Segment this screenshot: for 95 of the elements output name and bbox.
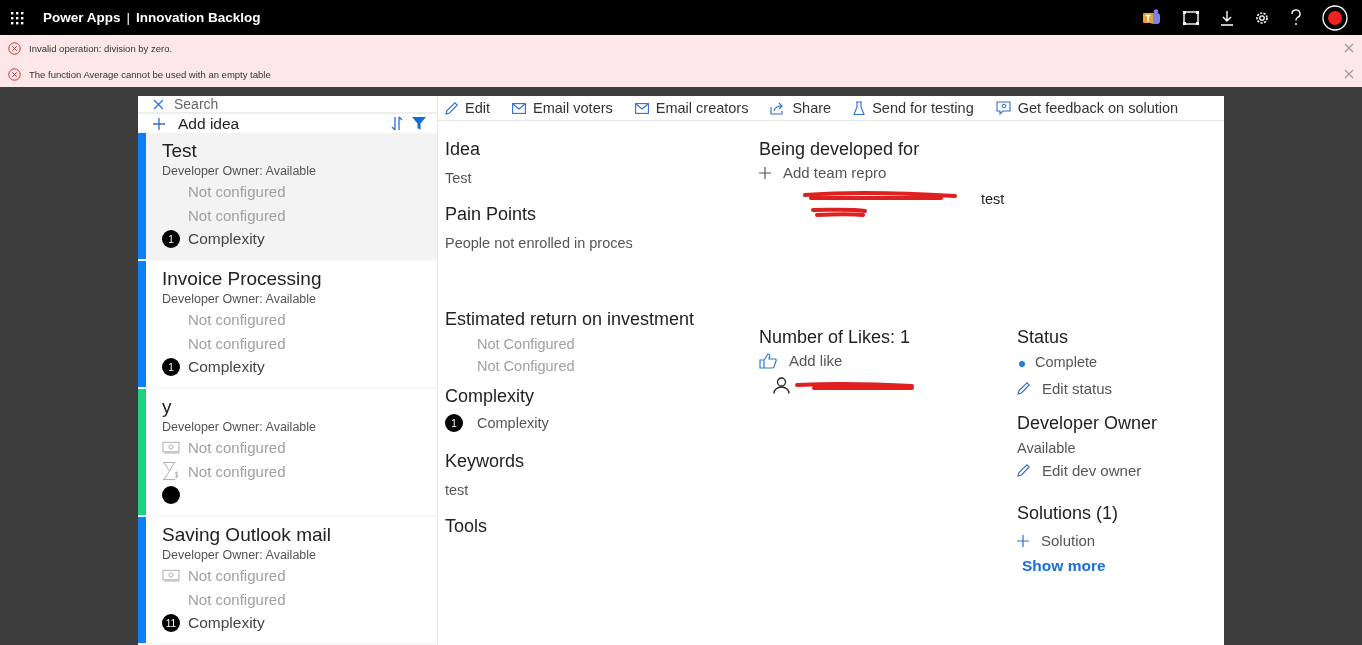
idea-field-value: Not configured — [188, 334, 286, 352]
search-field[interactable]: Search — [138, 96, 437, 115]
error-message: The function Average cannot be used with an empty table — [29, 68, 271, 80]
teams-icon[interactable] — [1142, 8, 1162, 27]
roi-value: Not Configured — [477, 336, 576, 352]
avatar-icon[interactable] — [1322, 4, 1348, 31]
flask-icon — [853, 100, 866, 116]
section-heading: Tools — [445, 516, 489, 537]
complexity-label: Complexity — [188, 614, 265, 632]
section-heading: Being developed for — [759, 139, 921, 160]
mail-icon — [512, 102, 526, 114]
app-name: Power Apps — [43, 10, 121, 25]
settings-icon[interactable] — [1254, 9, 1270, 26]
section-heading: Complexity — [445, 386, 536, 407]
complexity-badge: 11 — [162, 614, 180, 632]
section-heading: Solutions (1) — [1017, 503, 1120, 524]
complexity-label: Complexity — [188, 230, 265, 248]
plus-icon — [153, 117, 165, 130]
section-heading: Status — [1017, 327, 1070, 348]
idea-item[interactable]: y Developer Owner: Available Not configured Not configured — [138, 389, 437, 515]
download-icon[interactable] — [1220, 9, 1234, 26]
idea-owner: Developer Owner: Available — [162, 419, 317, 435]
show-more-link[interactable]: Show more — [1022, 557, 1158, 575]
idea-title: Saving Outlook mail — [162, 523, 331, 547]
toolbar-button[interactable]: Email creators — [634, 100, 749, 116]
mail-icon — [634, 102, 649, 114]
complexity-label: Complexity — [188, 358, 265, 376]
complexity-badge: 1 — [445, 414, 463, 432]
idea-item[interactable]: Saving Outlook mail Developer Owner: Available Not configured Not configured 11 Complexity — [138, 517, 437, 643]
section-heading: Pain Points — [445, 204, 538, 225]
toolbar-button[interactable]: Send for testing — [853, 100, 974, 116]
edit-status-button[interactable]: Edit status — [1017, 380, 1158, 397]
section-heading: Keywords — [445, 451, 526, 472]
app-title: Innovation Backlog — [136, 10, 261, 25]
idea-title: Test — [162, 139, 198, 163]
idea-field-value: Not configured — [188, 310, 286, 328]
add-like-button[interactable]: Add like — [759, 352, 843, 369]
error-icon — [8, 41, 21, 55]
idea-field-value: Not configured — [188, 590, 286, 608]
idea-item[interactable]: Test Developer Owner: Available Not configured Not configured 1 Complexity — [138, 133, 437, 259]
keywords-text: test — [445, 482, 470, 498]
complexity-badge: 1 — [162, 230, 180, 248]
section-heading: Developer Owner — [1017, 413, 1158, 434]
idea-title: y — [162, 395, 173, 419]
idea-field-value: Not configured — [188, 462, 286, 480]
idea-field-value: Not configured — [188, 206, 286, 224]
money-icon — [162, 440, 180, 454]
error-icon — [8, 67, 21, 81]
idea-field-value: Not configured — [188, 182, 286, 200]
developer-owner-value: Available — [1017, 440, 1077, 456]
pencil-icon — [1017, 464, 1030, 477]
search-input[interactable]: Search — [174, 96, 374, 113]
idea-name: Test — [445, 170, 473, 186]
idea-field-value: Not configured — [188, 438, 286, 456]
close-icon[interactable] — [153, 98, 164, 110]
section-heading: Idea — [445, 139, 482, 160]
app-launcher-icon[interactable] — [10, 10, 24, 25]
sort-icon[interactable] — [391, 116, 403, 132]
idea-owner: Developer Owner: Available — [162, 291, 318, 307]
idea-owner: Developer Owner: Available — [162, 547, 318, 563]
toolbar-button[interactable]: Edit — [445, 100, 490, 116]
idea-item[interactable]: Invoice Processing Developer Owner: Available Not configured Not configured 1 Complexity — [138, 261, 437, 387]
idea-owner: Developer Owner: Available — [162, 163, 317, 179]
complexity-badge — [162, 486, 180, 504]
share-icon — [770, 101, 786, 115]
toolbar-button[interactable]: Email voters — [512, 100, 613, 116]
thumbs-up-icon — [759, 352, 777, 369]
idea-title: Invoice Processing — [162, 267, 322, 291]
error-message: Invalid operation: division by zero. — [29, 42, 173, 54]
plus-icon — [1017, 534, 1029, 547]
toolbar-button[interactable]: Get feedback on solution — [995, 100, 1179, 116]
title-separator: | — [126, 10, 131, 25]
section-heading: Estimated return on investment — [445, 309, 696, 330]
idea-field-value: Not configured — [188, 566, 286, 584]
complexity-label: Complexity — [477, 415, 549, 431]
money-icon — [162, 568, 180, 582]
help-icon[interactable] — [1290, 9, 1302, 26]
plus-icon — [759, 166, 771, 179]
person-icon — [773, 377, 790, 394]
toolbar-button[interactable]: Share — [770, 100, 832, 116]
pencil-icon — [445, 101, 458, 115]
fit-screen-icon[interactable] — [1182, 9, 1200, 26]
add-solution-button[interactable]: Solution — [1017, 532, 1158, 549]
status-value: Complete — [1035, 354, 1098, 370]
team-note: test — [981, 191, 1005, 207]
feedback-icon — [995, 100, 1011, 116]
pencil-icon — [1017, 382, 1030, 395]
roi-value: Not Configured — [477, 358, 576, 374]
edit-owner-button[interactable]: Edit dev owner — [1017, 462, 1158, 479]
section-heading: Number of Likes: 1 — [759, 327, 912, 348]
filter-icon[interactable] — [412, 117, 426, 131]
hourglass-icon — [162, 461, 180, 481]
pain-points-text: People not enrolled in proces — [445, 235, 634, 251]
add-team-button[interactable]: Add team repro — [759, 164, 887, 181]
complexity-badge: 1 — [162, 358, 180, 376]
